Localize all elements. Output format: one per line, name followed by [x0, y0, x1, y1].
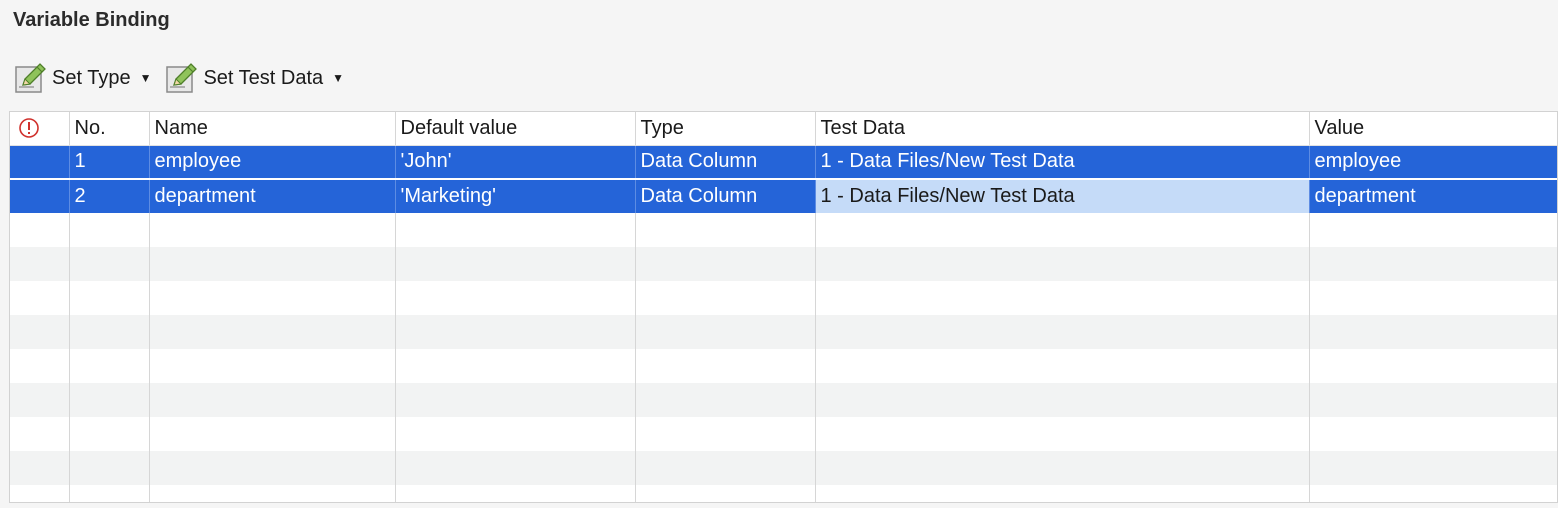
type-cell[interactable]: Data Column [634, 178, 815, 213]
column-header-no[interactable]: No. [68, 112, 149, 146]
error-icon [19, 118, 39, 139]
empty-row [10, 417, 1557, 451]
table-row[interactable]: 1 employee 'John' Data Column 1 - Data F… [10, 145, 1557, 179]
name-cell[interactable]: department [148, 178, 395, 213]
empty-row [10, 315, 1557, 349]
table-row[interactable]: 2 department 'Marketing' Data Column 1 -… [10, 178, 1557, 213]
empty-row [10, 451, 1557, 485]
dropdown-arrow-icon[interactable]: ▼ [140, 71, 152, 85]
empty-row [10, 349, 1557, 383]
column-header-status[interactable] [10, 112, 69, 146]
column-header-value[interactable]: Value [1308, 112, 1557, 146]
table-header-row: No. Name Default value Type Test Data Va… [10, 112, 1557, 146]
set-type-button[interactable]: Set Type ▼ [12, 60, 163, 96]
edit-pencil-icon [15, 63, 46, 93]
column-header-name[interactable]: Name [148, 112, 395, 146]
toolbar: Set Type ▼ Set Test Data ▼ [12, 60, 356, 96]
variable-binding-table[interactable]: No. Name Default value Type Test Data Va… [9, 111, 1558, 503]
value-cell[interactable]: department [1308, 178, 1557, 213]
empty-row [10, 383, 1557, 417]
no-cell: 1 [68, 145, 149, 179]
name-cell[interactable]: employee [148, 145, 395, 179]
column-header-test-data[interactable]: Test Data [814, 112, 1309, 146]
default-value-cell[interactable]: 'Marketing' [394, 178, 635, 213]
panel-title: Variable Binding [13, 9, 170, 31]
default-value-cell[interactable]: 'John' [394, 145, 635, 179]
dropdown-arrow-icon[interactable]: ▼ [332, 71, 344, 85]
set-test-data-label: Set Test Data [203, 66, 324, 89]
value-cell[interactable]: employee [1308, 145, 1557, 179]
type-cell[interactable]: Data Column [634, 145, 815, 179]
empty-row [10, 247, 1557, 281]
no-cell: 2 [68, 178, 149, 213]
column-header-type[interactable]: Type [634, 112, 815, 146]
empty-row [10, 281, 1557, 315]
empty-row [10, 213, 1557, 247]
set-test-data-button[interactable]: Set Test Data ▼ [163, 60, 356, 96]
status-cell [10, 178, 69, 213]
test-data-cell[interactable]: 1 - Data Files/New Test Data [814, 145, 1309, 179]
set-type-label: Set Type [52, 66, 131, 89]
test-data-cell[interactable]: 1 - Data Files/New Test Data [814, 178, 1309, 213]
empty-row [10, 485, 1557, 502]
column-header-default-value[interactable]: Default value [394, 112, 635, 146]
edit-pencil-icon [166, 63, 198, 93]
status-cell [10, 145, 69, 179]
